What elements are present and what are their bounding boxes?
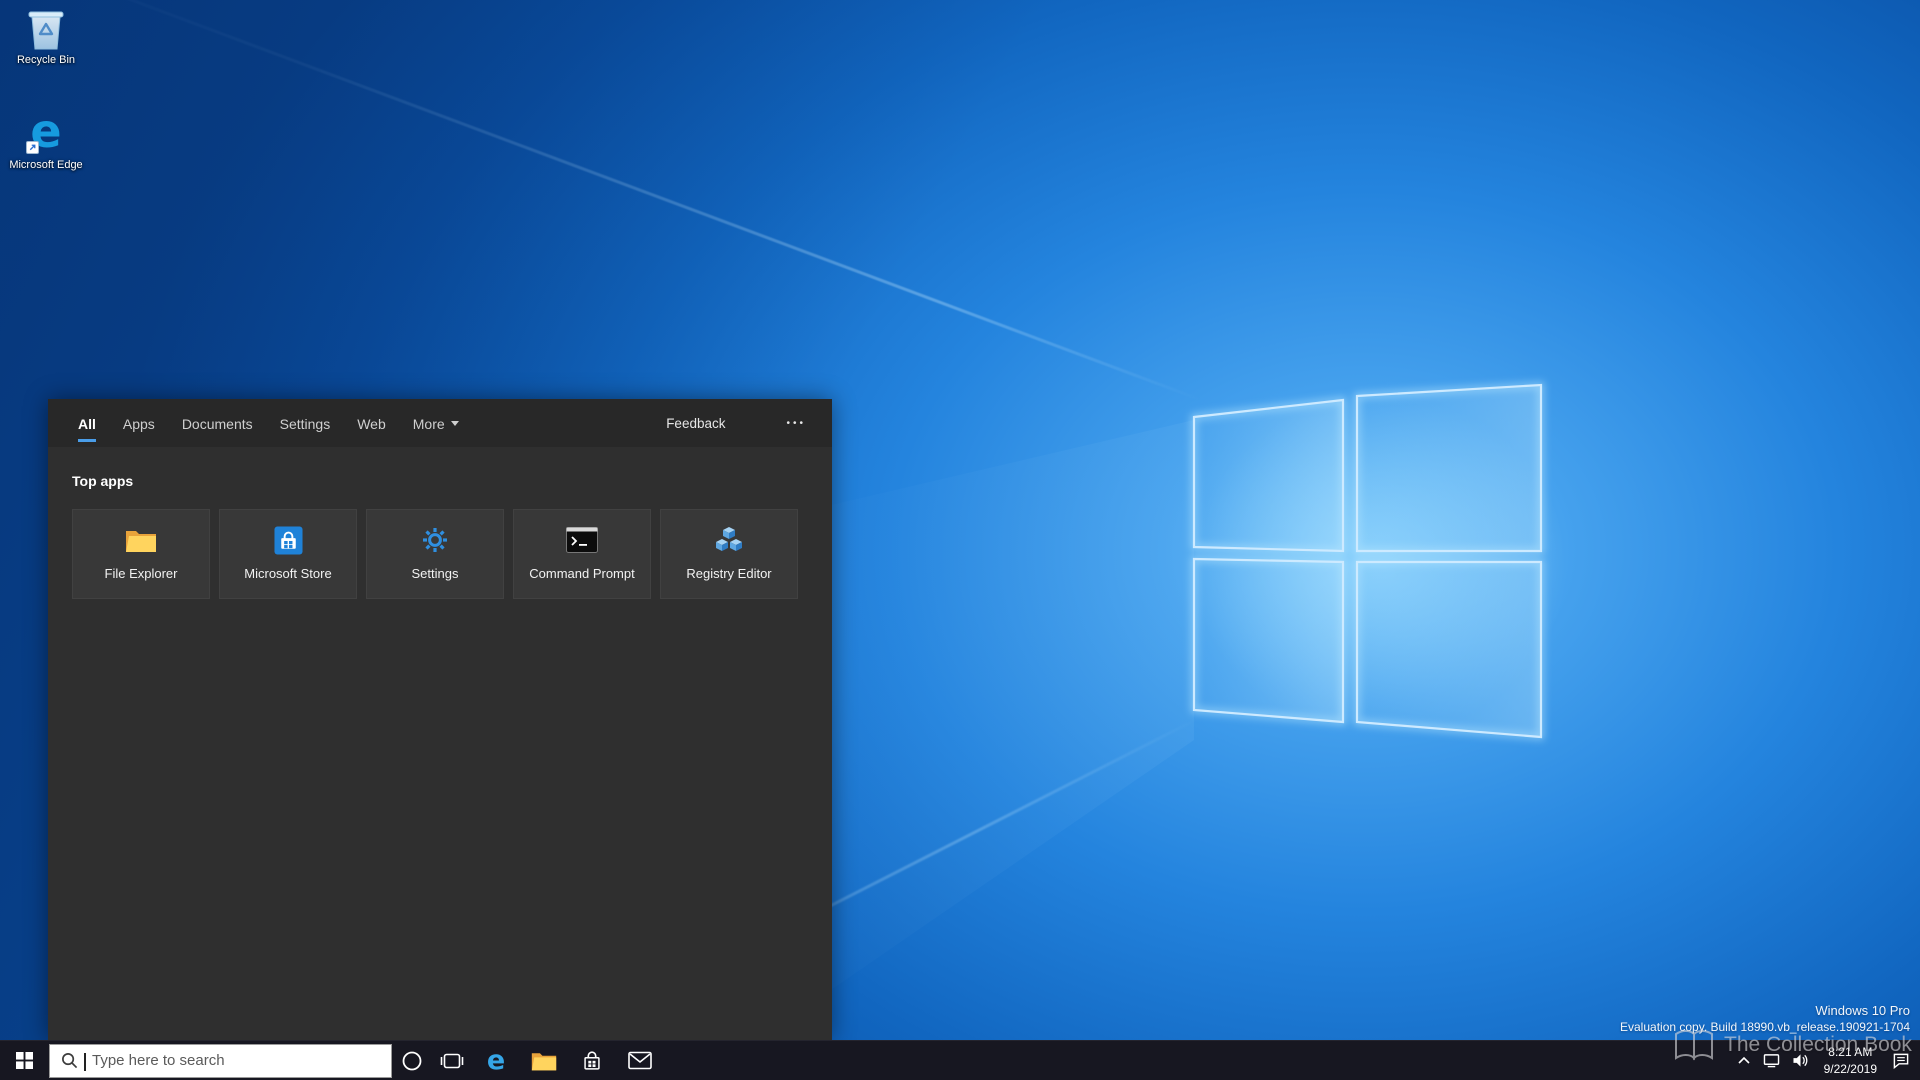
- taskbar: e: [0, 1040, 1920, 1080]
- start-button[interactable]: [0, 1041, 48, 1080]
- clock-time: 8:21 AM: [1828, 1045, 1873, 1060]
- store-icon: [584, 1050, 600, 1070]
- tile-label: Settings: [411, 566, 459, 581]
- top-apps-heading: Top apps: [72, 473, 134, 489]
- desktop-icon-recycle-bin[interactable]: Recycle Bin: [3, 7, 89, 67]
- folder-icon: [531, 1052, 557, 1070]
- search-icon: [62, 1053, 78, 1069]
- tile-label: Command Prompt: [529, 566, 635, 581]
- chevron-up-icon: [1738, 1056, 1750, 1064]
- windows-start-icon: [15, 1052, 33, 1069]
- tile-registry-editor[interactable]: Registry Editor: [660, 509, 798, 599]
- gear-icon: [420, 524, 450, 556]
- show-hidden-icons-button[interactable]: [1731, 1041, 1757, 1080]
- desktop-icon-label: Microsoft Edge: [9, 159, 83, 171]
- speaker-icon: [1793, 1054, 1807, 1067]
- terminal-icon: [566, 524, 598, 556]
- tile-label: Microsoft Store: [244, 566, 332, 581]
- network-icon: [1763, 1054, 1779, 1068]
- more-options-button[interactable]: •••: [786, 418, 806, 429]
- task-view-icon: [440, 1053, 464, 1068]
- version-line1: Windows 10 Pro: [1815, 1003, 1910, 1018]
- feedback-button[interactable]: Feedback: [666, 416, 725, 431]
- network-button[interactable]: [1757, 1041, 1786, 1080]
- tile-settings[interactable]: Settings: [366, 509, 504, 599]
- recycle-bin-icon: [28, 11, 64, 50]
- registry-icon: [714, 524, 744, 556]
- tile-command-prompt[interactable]: Command Prompt: [513, 509, 651, 599]
- tab-web[interactable]: Web: [357, 401, 386, 446]
- taskbar-clock[interactable]: 8:21 AM 9/22/2019: [1815, 1041, 1886, 1080]
- tab-all[interactable]: All: [78, 401, 96, 446]
- folder-icon: [125, 524, 157, 556]
- text-caret: [84, 1052, 86, 1071]
- search-flyout-panel: All Apps Documents Settings Web More Fee…: [48, 399, 832, 1040]
- windows-logo: [1191, 381, 1544, 741]
- mail-icon: [628, 1051, 652, 1070]
- task-view-button[interactable]: [432, 1041, 472, 1080]
- top-apps-row: File Explorer Microsoft Store Settings C…: [72, 509, 808, 599]
- search-input[interactable]: [86, 1052, 346, 1069]
- edge-icon: e: [26, 108, 62, 156]
- volume-button[interactable]: [1786, 1041, 1815, 1080]
- system-tray: 8:21 AM 9/22/2019: [1731, 1041, 1920, 1080]
- tile-label: Registry Editor: [686, 566, 772, 581]
- action-center-icon: [1893, 1053, 1909, 1069]
- version-line2: Evaluation copy. Build 18990.vb_release.…: [1620, 1020, 1910, 1034]
- store-icon: [273, 524, 303, 556]
- taskbar-search-box[interactable]: [49, 1043, 392, 1078]
- tab-settings[interactable]: Settings: [280, 401, 331, 446]
- tile-microsoft-store[interactable]: Microsoft Store: [219, 509, 357, 599]
- shortcut-arrow-icon: [26, 141, 40, 154]
- desktop-icon-microsoft-edge[interactable]: e Microsoft Edge: [3, 108, 89, 172]
- search-tabs-bar: All Apps Documents Settings Web More Fee…: [48, 399, 832, 447]
- taskbar-edge-button[interactable]: e: [472, 1041, 520, 1080]
- tab-apps[interactable]: Apps: [123, 401, 155, 446]
- windows-version-watermark: Windows 10 Pro Evaluation copy. Build 18…: [1620, 1003, 1910, 1034]
- tile-file-explorer[interactable]: File Explorer: [72, 509, 210, 599]
- search-panel-body: Top apps File Explorer Microsoft Store S…: [48, 447, 832, 1040]
- taskbar-file-explorer-button[interactable]: [520, 1041, 568, 1080]
- desktop-icon-label: Recycle Bin: [16, 54, 76, 66]
- action-center-button[interactable]: [1886, 1041, 1920, 1080]
- chevron-down-icon: [450, 421, 459, 426]
- windows-desktop: { "colors": { "accent": "#4a9de8", "task…: [0, 0, 1920, 1080]
- edge-icon: e: [486, 1045, 506, 1076]
- taskbar-mail-button[interactable]: [616, 1041, 664, 1080]
- cortana-button[interactable]: [392, 1041, 432, 1080]
- cortana-icon: [402, 1051, 422, 1070]
- clock-date: 9/22/2019: [1823, 1061, 1877, 1076]
- tile-label: File Explorer: [104, 566, 178, 581]
- tab-documents[interactable]: Documents: [182, 401, 253, 446]
- tab-more[interactable]: More: [413, 401, 459, 446]
- taskbar-store-button[interactable]: [568, 1041, 616, 1080]
